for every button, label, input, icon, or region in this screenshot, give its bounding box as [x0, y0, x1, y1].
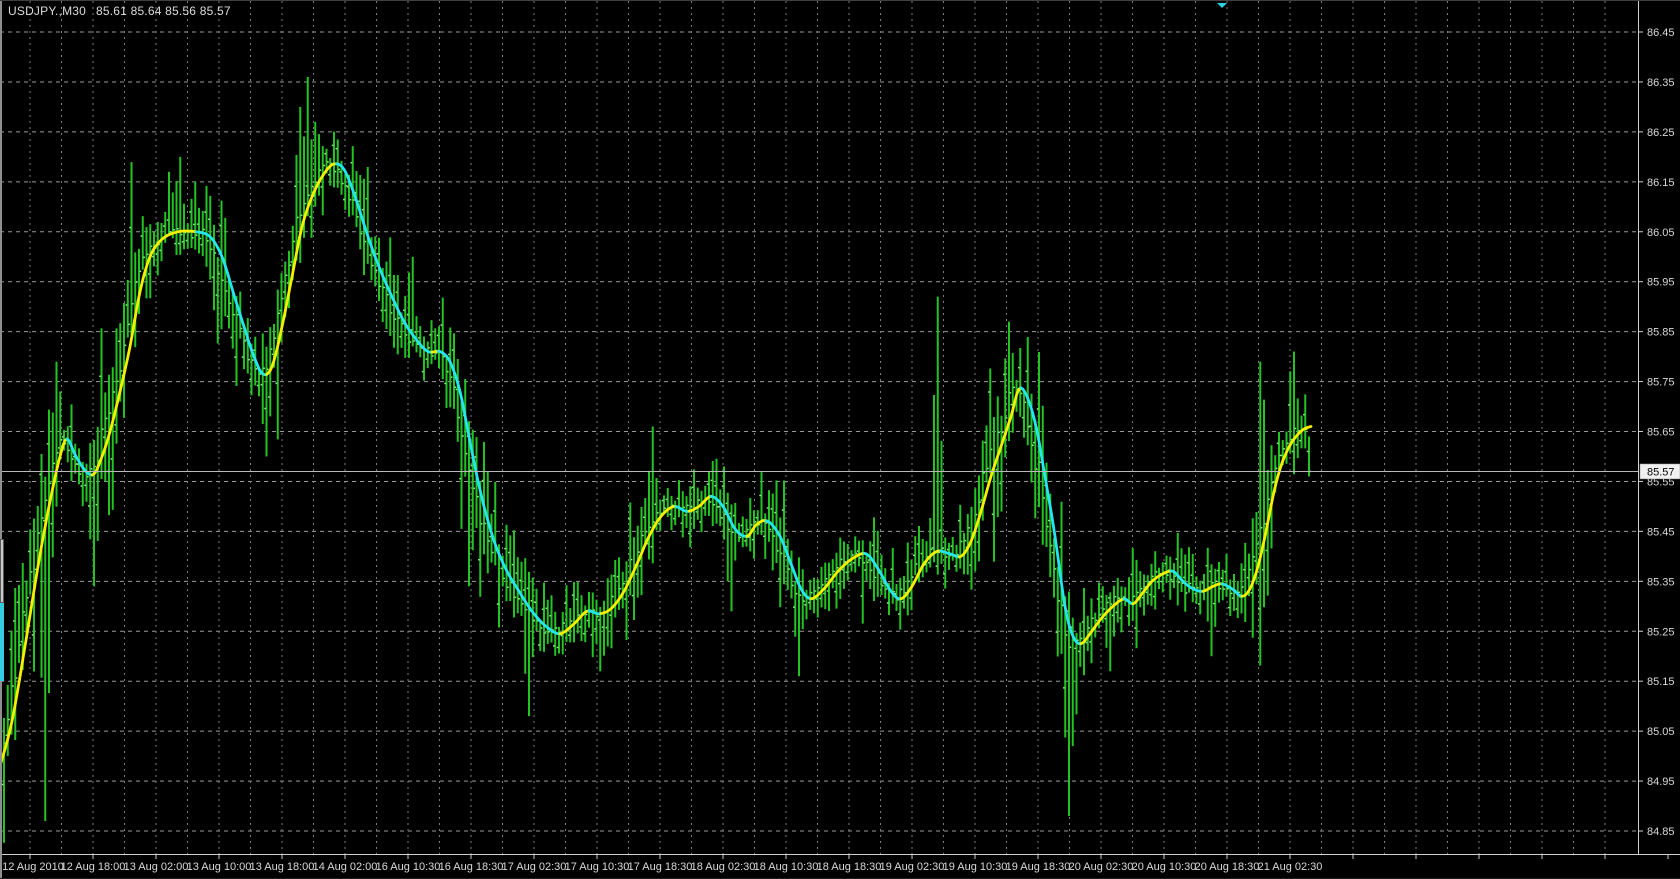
price-axis-label: 85.35 [1647, 576, 1675, 588]
time-axis-label: 16 Aug 10:30 [376, 861, 441, 873]
ma-line [0, 164, 1311, 766]
time-axis-label: 17 Aug 02:30 [502, 861, 567, 873]
left-edge-accent [0, 603, 4, 681]
price-axis-label: 85.95 [1647, 277, 1675, 289]
time-axis-label: 18 Aug 02:30 [691, 861, 756, 873]
price-axis[interactable]: 86.45 86.35 86.25 86.15 86.05 85.95 85.85 85.75… [1638, 1, 1680, 854]
price-axis-label: 86.35 [1647, 77, 1675, 89]
symbol-period-label: USDJPY.,M30 [8, 4, 86, 18]
price-axis-label: 85.75 [1647, 377, 1675, 389]
left-scrollbar-thumb[interactable] [0, 539, 4, 603]
time-axis-label: 21 Aug 02:30 [1258, 861, 1323, 873]
time-axis-label: 13 Aug 02:00 [124, 861, 189, 873]
price-axis-label: 85.25 [1647, 626, 1675, 638]
time-axis-label: 13 Aug 10:00 [187, 861, 252, 873]
price-axis-label: 86.25 [1647, 127, 1675, 139]
time-axis-label: 13 Aug 18:00 [250, 861, 315, 873]
time-axis-label: 18 Aug 10:30 [754, 861, 819, 873]
chart-title: USDJPY.,M30 85.61 85.64 85.56 85.57 [8, 4, 231, 18]
price-axis-label: 84.95 [1647, 776, 1675, 788]
time-axis-label: 17 Aug 18:30 [628, 861, 693, 873]
time-axis[interactable]: 12 Aug 201012 Aug 18:0013 Aug 02:0013 Au… [0, 854, 1680, 873]
chart-window: 86.45 86.35 86.25 86.15 86.05 85.95 85.85 85.75… [0, 0, 1680, 879]
time-axis-label: 14 Aug 02:00 [313, 861, 378, 873]
price-axis-label: 86.45 [1647, 27, 1675, 39]
price-axis-label: 85.15 [1647, 676, 1675, 688]
ohlc-readout: 85.61 85.64 85.56 85.57 [96, 4, 231, 18]
time-axis-label: 19 Aug 02:30 [880, 861, 945, 873]
time-axis-label: 19 Aug 18:30 [1006, 861, 1071, 873]
time-axis-label: 20 Aug 10:30 [1132, 861, 1197, 873]
price-axis-label: 85.85 [1647, 327, 1675, 339]
price-axis-label: 85.65 [1647, 427, 1675, 439]
time-axis-label: 20 Aug 02:30 [1069, 861, 1134, 873]
price-axis-label: 85.45 [1647, 526, 1675, 538]
time-axis-label: 12 Aug 2010 [2, 861, 64, 873]
chart-svg[interactable]: 86.45 86.35 86.25 86.15 86.05 85.95 85.85 85.75… [0, 1, 1680, 878]
grid-layer [0, 1, 1638, 854]
price-axis-label: 84.85 [1647, 826, 1675, 838]
time-axis-label: 20 Aug 18:30 [1195, 861, 1260, 873]
shift-marker-icon [1217, 3, 1227, 8]
price-axis-label: 85.05 [1647, 726, 1675, 738]
bars-layer [2, 77, 1311, 843]
bid-price-label: 85.57 [1647, 466, 1675, 478]
time-axis-label: 12 Aug 18:00 [61, 861, 126, 873]
price-axis-label: 86.05 [1647, 227, 1675, 239]
time-axis-label: 16 Aug 18:30 [439, 861, 504, 873]
window-left-edge [0, 1, 2, 878]
price-axis-label: 86.15 [1647, 177, 1675, 189]
time-axis-label: 17 Aug 10:30 [565, 861, 630, 873]
time-axis-label: 19 Aug 10:30 [943, 861, 1008, 873]
time-axis-label: 18 Aug 18:30 [817, 861, 882, 873]
